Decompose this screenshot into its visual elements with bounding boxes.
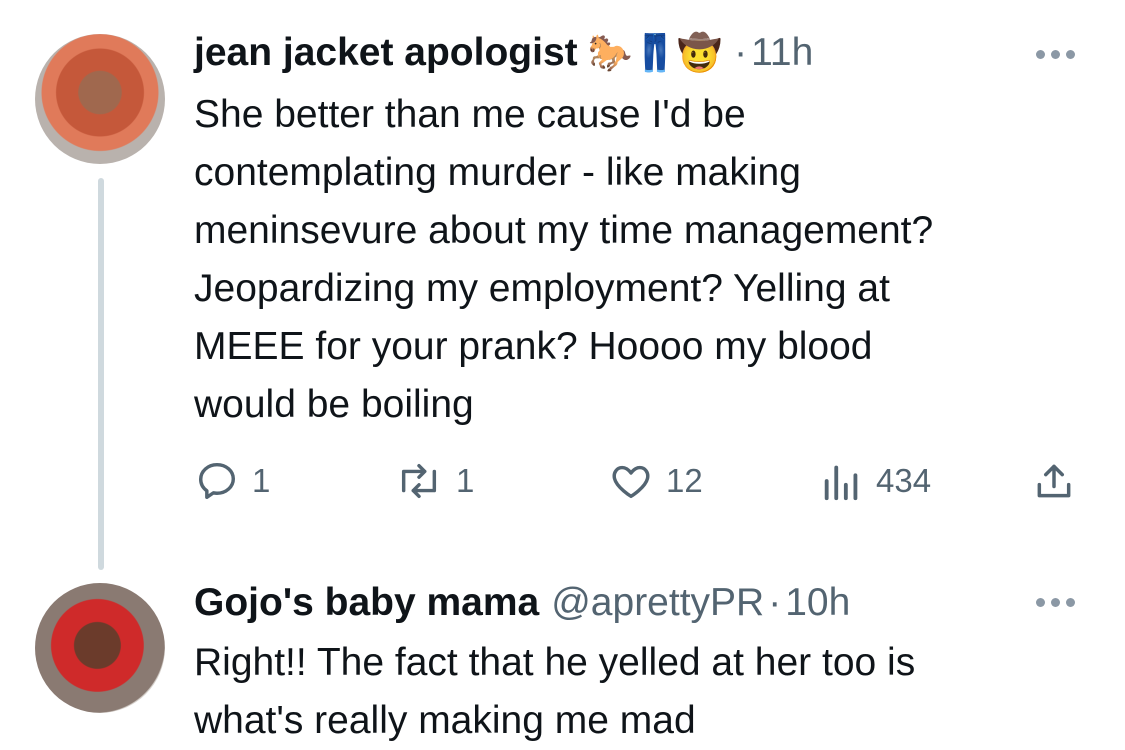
tweet-text: Right!! The fact that he yelled at her t… [194,634,915,750]
share-icon [1037,464,1071,498]
like-button[interactable]: 12 [608,458,703,504]
tweet-actions: 1 1 12 434 [194,458,1084,508]
tweet-header: Gojo's baby mama @aprettyPR · 10h [194,580,850,626]
views-button[interactable]: 434 [820,458,931,504]
retweet-icon [401,463,437,499]
tweet-line: contemplating murder - like making [194,151,801,194]
views-count: 434 [876,462,932,499]
avatar[interactable] [35,34,165,164]
separator-dot: · [768,581,782,624]
timestamp[interactable]: 11h [751,30,813,76]
tweet-line: She better than me cause I'd be [194,93,746,136]
thread-line [98,178,104,570]
user-handle[interactable]: @aprettyPR [551,580,764,626]
timestamp[interactable]: 10h [785,580,850,626]
tweet-line: Right!! The fact that he yelled at her t… [194,641,916,684]
display-name[interactable]: Gojo's baby mama [194,580,539,626]
more-options-icon[interactable] [1036,50,1075,59]
name-emojis: 🐎👖🤠 [587,33,723,74]
tweet-line: meninsevure about my time management? [194,209,934,252]
tweet-text: She better than me cause I'd be contempl… [194,86,933,434]
avatar[interactable] [35,583,165,713]
reply-button[interactable]: 1 [194,458,270,504]
tweet-line: MEEE for your prank? Hoooo my blood [194,325,873,368]
more-options-icon[interactable] [1036,598,1075,607]
views-icon [824,465,858,501]
tweet-header: jean jacket apologist 🐎👖🤠 · 11h [194,30,813,77]
share-button[interactable] [1032,458,1076,504]
separator-dot: · [734,31,748,74]
retweet-button[interactable]: 1 [394,458,474,504]
display-name[interactable]: jean jacket apologist [194,30,578,76]
like-icon [612,465,650,499]
reply-count: 1 [252,462,271,499]
tweet-line: would be boiling [194,383,474,426]
reply-icon [198,462,236,500]
tweet-line: what's really making me mad [194,699,696,742]
retweet-count: 1 [456,462,475,499]
tweet-line: Jeopardizing my employment? Yelling at [194,267,890,310]
like-count: 12 [666,462,703,499]
